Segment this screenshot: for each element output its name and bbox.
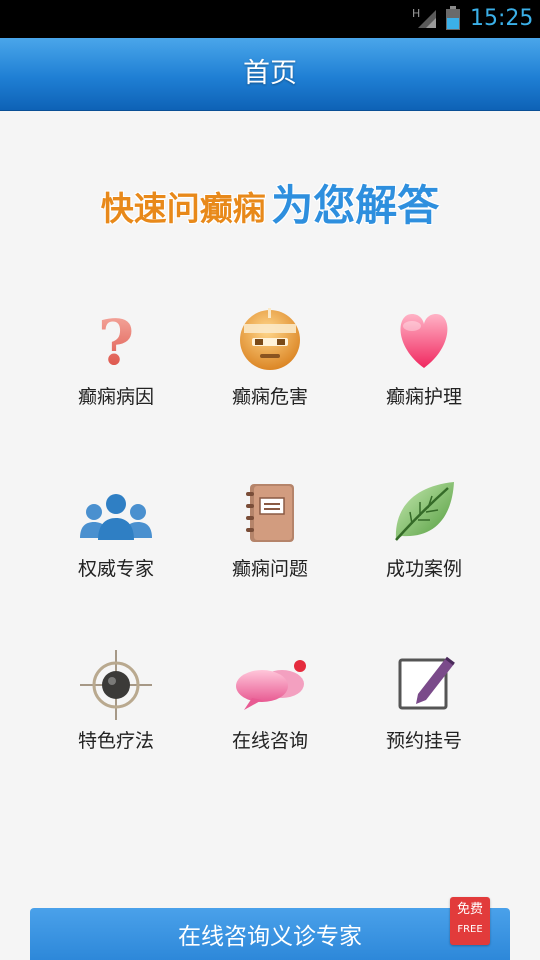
- online-consult-button[interactable]: 在线咨询义诊专家: [30, 908, 510, 960]
- menu-label: 特色疗法: [77, 730, 154, 752]
- edit-note-icon: [398, 656, 455, 710]
- page-title: 首页: [243, 58, 297, 89]
- slogan-part1: 快速问癫痫: [100, 189, 266, 228]
- title-bar: 首页: [0, 38, 540, 111]
- clock: 15:25: [470, 6, 534, 31]
- slogan-banner: 快速问癫痫 为您解答: [0, 176, 540, 236]
- menu-item-appointment[interactable]: 预约挂号: [344, 650, 504, 790]
- menu-label: 癫痫问题: [231, 558, 308, 580]
- network-type: H: [412, 7, 420, 20]
- signal-icon: H: [412, 7, 436, 28]
- menu-item-questions[interactable]: 癫痫问题: [190, 478, 350, 618]
- menu-item-cause[interactable]: ? 癫痫病因: [36, 306, 196, 446]
- menu-label: 在线咨询: [231, 730, 308, 752]
- svg-text:?: ?: [98, 306, 134, 376]
- menu-item-online-consult[interactable]: 在线咨询: [190, 650, 350, 790]
- question-mark-icon: ?: [98, 306, 134, 376]
- heart-icon: [400, 314, 448, 368]
- menu-item-experts[interactable]: 权威专家: [36, 478, 196, 618]
- menu-label: 成功案例: [385, 558, 462, 580]
- crosshair-icon: [80, 650, 152, 720]
- leaf-icon: [395, 482, 454, 541]
- menu-item-harm[interactable]: 癫痫危害: [190, 306, 350, 446]
- menu-label: 权威专家: [77, 558, 154, 580]
- menu-label: 癫痫危害: [231, 386, 308, 408]
- people-group-icon: [80, 494, 152, 540]
- menu-label: 癫痫护理: [385, 386, 462, 408]
- bandaged-face-icon: [240, 308, 300, 370]
- menu-label: 预约挂号: [385, 730, 462, 752]
- notebook-icon: [246, 484, 294, 542]
- menu-item-cases[interactable]: 成功案例: [344, 478, 504, 618]
- free-badge: 免费 FREE: [450, 897, 490, 945]
- battery-icon: [446, 6, 460, 30]
- menu-label: 癫痫病因: [77, 386, 154, 408]
- menu-item-care[interactable]: 癫痫护理: [344, 306, 504, 446]
- badge-text-en: FREE: [457, 924, 483, 935]
- slogan-part2: 为您解答: [271, 181, 440, 230]
- menu-item-therapy[interactable]: 特色疗法: [36, 650, 196, 790]
- status-bar: H 15:25: [0, 0, 540, 38]
- badge-text-cn: 免费: [456, 902, 483, 917]
- chat-bubbles-icon: [236, 660, 306, 710]
